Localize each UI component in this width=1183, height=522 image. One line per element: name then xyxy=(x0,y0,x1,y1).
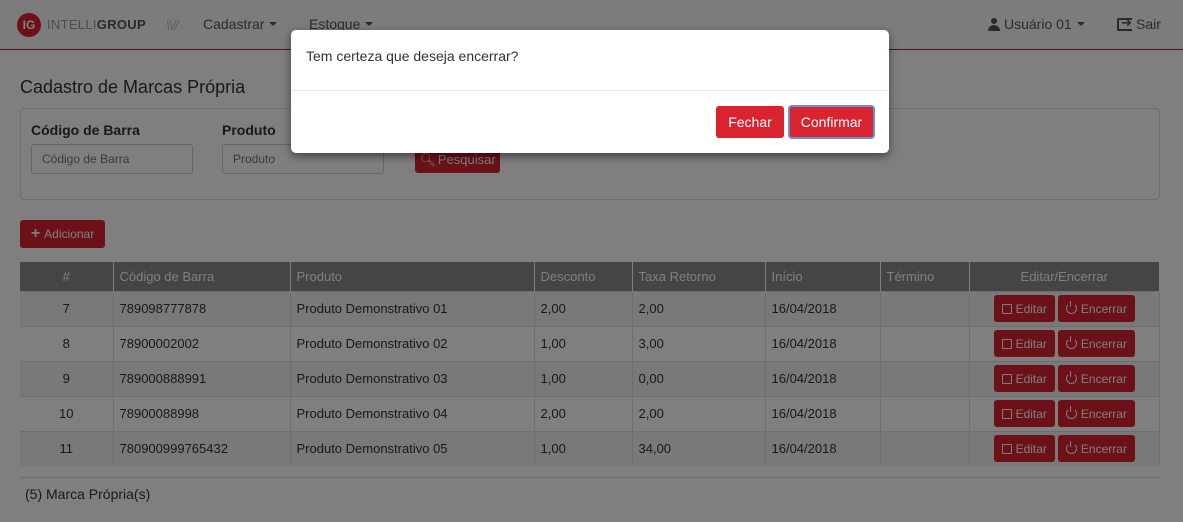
dialog-divider xyxy=(291,90,889,91)
dialog-message: Tem certeza que deseja encerrar? xyxy=(306,48,519,64)
confirm-button[interactable]: Confirmar xyxy=(788,105,875,139)
close-button[interactable]: Fechar xyxy=(716,106,784,138)
confirm-dialog: Tem certeza que deseja encerrar? Fechar … xyxy=(291,30,889,153)
